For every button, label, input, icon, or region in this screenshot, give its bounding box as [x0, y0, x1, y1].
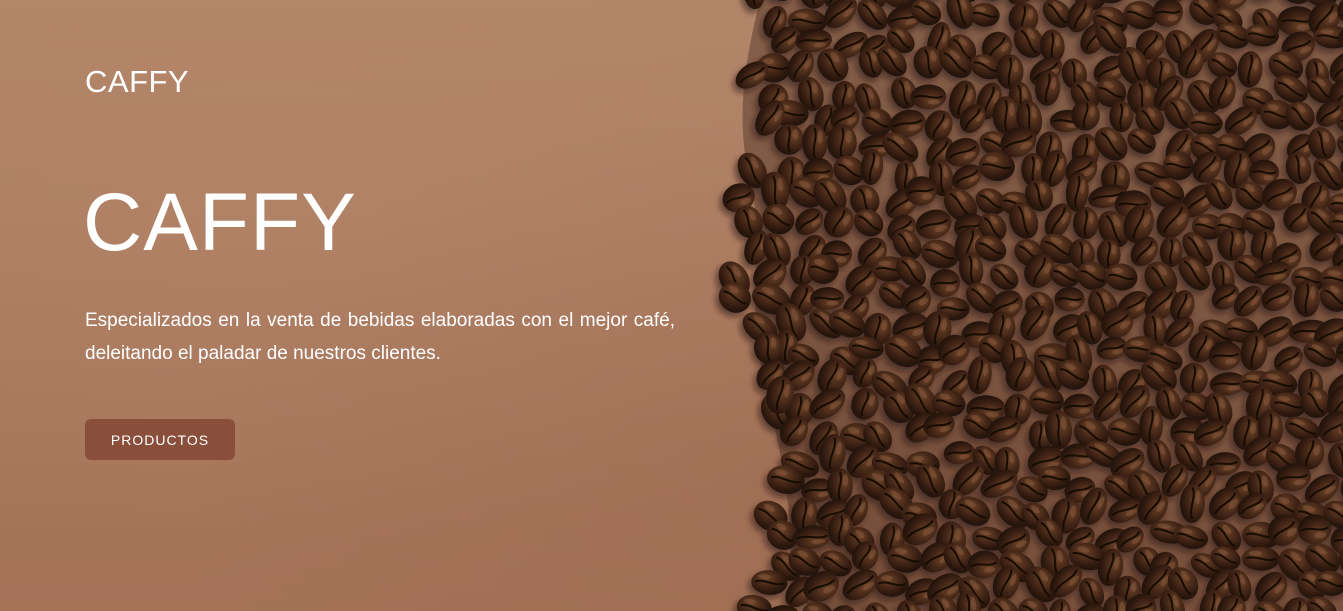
hero-section: CAFFY CAFFY Especializados en la venta d…	[0, 0, 1343, 611]
products-button[interactable]: PRODUCTOS	[85, 419, 235, 460]
brand-logo[interactable]: CAFFY	[85, 64, 189, 100]
hero-title: CAFFY	[83, 177, 357, 268]
hero-description: Especializados en la venta de bebidas el…	[85, 310, 675, 364]
